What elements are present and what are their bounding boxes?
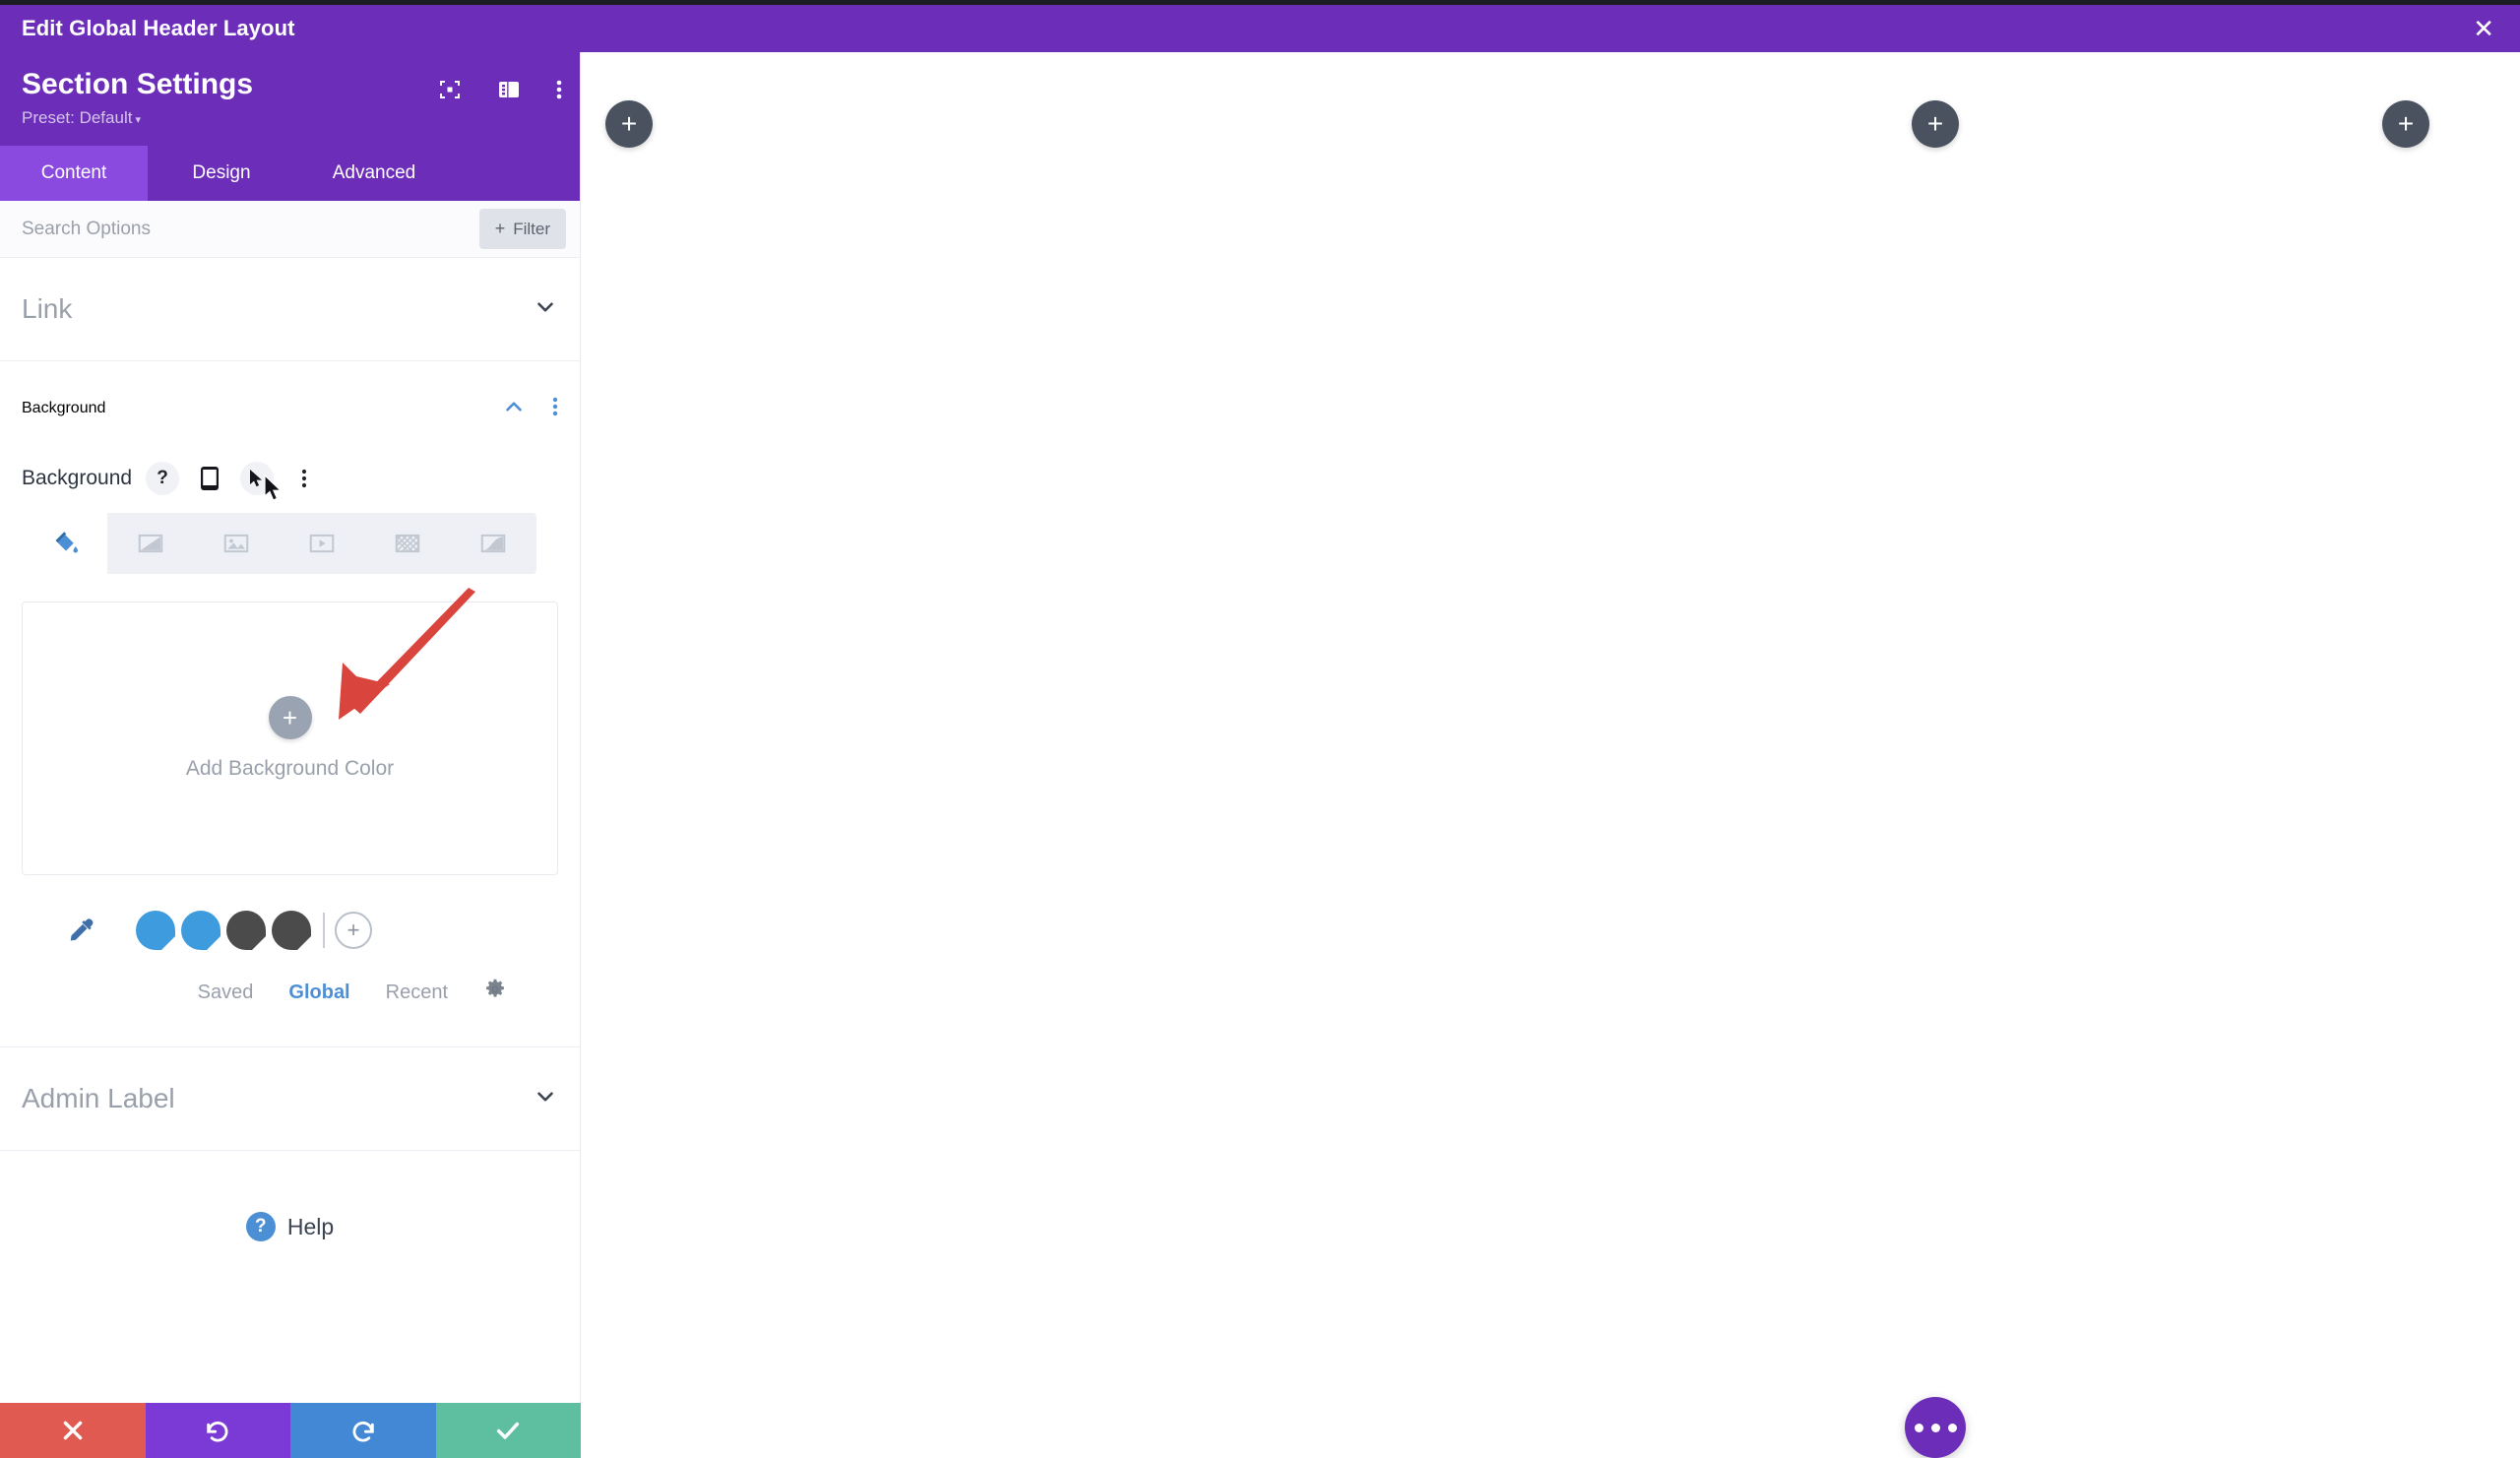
- dot-icon: [1930, 1423, 1940, 1432]
- preset-label: Preset: Default: [22, 108, 133, 127]
- accordion-admin-label-label: Admin Label: [22, 1083, 175, 1113]
- background-image-tab[interactable]: [193, 513, 279, 574]
- plus-icon: +: [2397, 108, 2415, 140]
- builder-canvas: + + +: [581, 52, 2520, 1458]
- background-section-body: Background ? + Add Background Color + Sa…: [0, 456, 580, 1047]
- close-icon[interactable]: ✕: [2473, 16, 2494, 41]
- preset-selector[interactable]: Preset: Default ▾: [22, 108, 558, 128]
- add-background-color-label: Add Background Color: [185, 757, 395, 780]
- accordion-admin-label[interactable]: Admin Label: [0, 1047, 580, 1151]
- dot-icon: [1914, 1423, 1923, 1432]
- add-module-button[interactable]: +: [2382, 100, 2429, 148]
- more-vertical-icon[interactable]: [556, 78, 562, 101]
- background-options-menu-icon[interactable]: [552, 395, 558, 423]
- background-color-tab[interactable]: [22, 513, 108, 574]
- redo-button[interactable]: [290, 1403, 436, 1458]
- tab-advanced[interactable]: Advanced: [295, 146, 453, 201]
- plus-icon: +: [282, 702, 298, 732]
- accordion-background-label: Background: [22, 400, 106, 416]
- eyedropper-icon[interactable]: [67, 916, 96, 945]
- layout-panel-icon[interactable]: [497, 78, 521, 101]
- accordion-background[interactable]: Background: [0, 361, 580, 456]
- add-module-button[interactable]: +: [605, 100, 653, 148]
- background-field-label: Background: [22, 467, 133, 489]
- panel-header: Section Settings Preset: Default ▾: [0, 52, 580, 146]
- add-swatch-button[interactable]: +: [335, 912, 372, 949]
- chevron-down-icon: ▾: [135, 114, 141, 126]
- gear-icon[interactable]: [483, 978, 507, 1007]
- settings-tabs: Content Design Advanced: [0, 146, 580, 201]
- color-swatch-2[interactable]: [226, 911, 266, 950]
- color-swatch-3[interactable]: [272, 911, 311, 950]
- plus-icon: +: [620, 108, 638, 140]
- help-question-icon[interactable]: ?: [146, 462, 180, 495]
- page-settings-fab[interactable]: [1905, 1397, 1966, 1458]
- window-titlebar: Edit Global Header Layout ✕: [0, 5, 2520, 52]
- tab-design[interactable]: Design: [148, 146, 295, 201]
- background-video-tab[interactable]: [280, 513, 365, 574]
- swatch-divider: [323, 913, 325, 948]
- chevron-up-icon[interactable]: [501, 394, 527, 424]
- background-pattern-tab[interactable]: [365, 513, 451, 574]
- background-field-label-row: Background ?: [22, 462, 558, 495]
- color-swatch-0[interactable]: [136, 911, 175, 950]
- background-field-menu-icon[interactable]: [287, 462, 321, 495]
- background-mask-tab[interactable]: [451, 513, 536, 574]
- chevron-down-icon: [533, 1084, 558, 1114]
- section-settings-panel: Section Settings Preset: Default ▾ Conte…: [0, 52, 581, 1458]
- panel-action-bar: [0, 1403, 581, 1458]
- accordion-link[interactable]: Link: [0, 258, 580, 361]
- add-background-color-button[interactable]: +: [268, 696, 312, 739]
- background-type-tabs: [22, 513, 536, 574]
- undo-button[interactable]: [145, 1403, 290, 1458]
- cancel-button[interactable]: [0, 1403, 146, 1458]
- help-link[interactable]: ? Help: [0, 1151, 580, 1241]
- search-row: + Filter: [0, 201, 580, 258]
- plus-icon: +: [1926, 108, 1944, 140]
- palette-tab-recent[interactable]: Recent: [386, 982, 448, 1004]
- window-title: Edit Global Header Layout: [22, 16, 295, 40]
- background-gradient-tab[interactable]: [107, 513, 193, 574]
- responsive-mobile-icon[interactable]: [193, 462, 226, 495]
- help-label: Help: [286, 1213, 335, 1239]
- hover-state-icon[interactable]: [240, 462, 275, 495]
- palette-tab-saved[interactable]: Saved: [198, 982, 254, 1004]
- palette-tabs: Saved Global Recent: [22, 978, 558, 1007]
- tab-content[interactable]: Content: [0, 146, 148, 201]
- focus-icon[interactable]: [438, 78, 462, 101]
- save-button[interactable]: [435, 1403, 581, 1458]
- add-module-button[interactable]: +: [1912, 100, 1959, 148]
- color-swatch-1[interactable]: [181, 911, 220, 950]
- dot-icon: [1947, 1423, 1957, 1432]
- help-question-icon: ?: [245, 1212, 276, 1241]
- accordion-link-label: Link: [22, 293, 73, 324]
- filter-button-label: Filter: [513, 219, 550, 238]
- color-swatch-row: +: [22, 911, 558, 950]
- plus-icon: +: [494, 219, 506, 238]
- panel-header-icons: [438, 78, 562, 101]
- palette-tab-global[interactable]: Global: [288, 982, 349, 1004]
- filter-button[interactable]: + Filter: [478, 209, 566, 249]
- chevron-down-icon: [533, 294, 558, 325]
- search-input[interactable]: [22, 218, 479, 240]
- add-background-color-box[interactable]: + Add Background Color: [22, 602, 558, 875]
